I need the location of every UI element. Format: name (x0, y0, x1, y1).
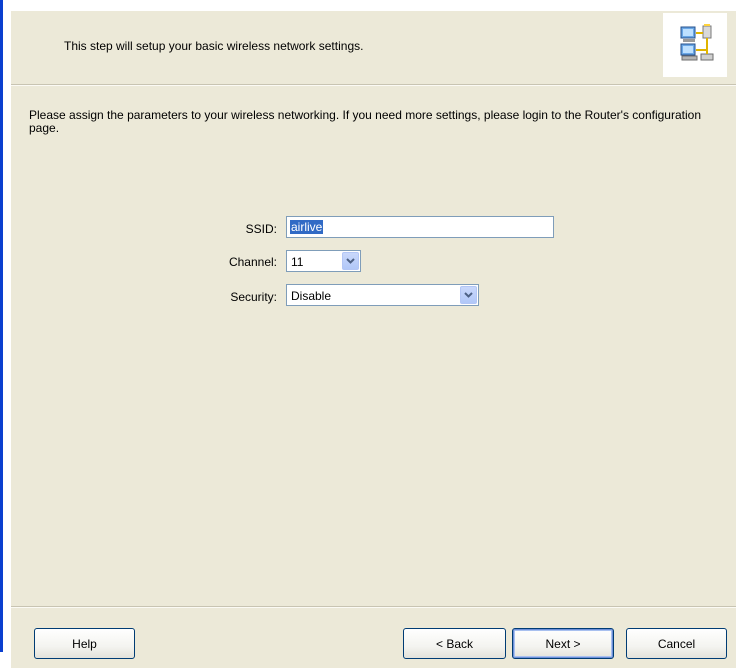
next-button[interactable]: Next > (512, 628, 614, 659)
header-divider-highlight (11, 85, 736, 86)
channel-value: 11 (291, 255, 304, 269)
security-select[interactable]: Disable (286, 284, 479, 306)
header-description: This step will setup your basic wireless… (64, 39, 364, 53)
cancel-button[interactable]: Cancel (626, 628, 727, 659)
channel-label: Channel: (228, 255, 277, 269)
chevron-down-icon[interactable] (460, 286, 477, 304)
channel-select[interactable]: 11 (286, 250, 361, 272)
intro-text: Please assign the parameters to your wir… (29, 108, 701, 135)
ssid-value: airlive (290, 220, 324, 234)
footer-divider-highlight (11, 607, 736, 608)
security-value: Disable (291, 289, 332, 303)
ssid-label: SSID: (245, 222, 277, 236)
wizard-header: This step will setup your basic wireless… (11, 11, 736, 83)
setup-wizard-dialog: This step will setup your basic wireless… (11, 11, 736, 668)
window-left-edge (0, 0, 3, 652)
network-computers-icon (663, 13, 727, 77)
ssid-input[interactable]: airlive (286, 216, 554, 238)
chevron-down-icon[interactable] (342, 252, 359, 270)
help-button[interactable]: Help (34, 628, 135, 659)
back-button[interactable]: < Back (403, 628, 506, 659)
security-label: Security: (230, 290, 277, 304)
